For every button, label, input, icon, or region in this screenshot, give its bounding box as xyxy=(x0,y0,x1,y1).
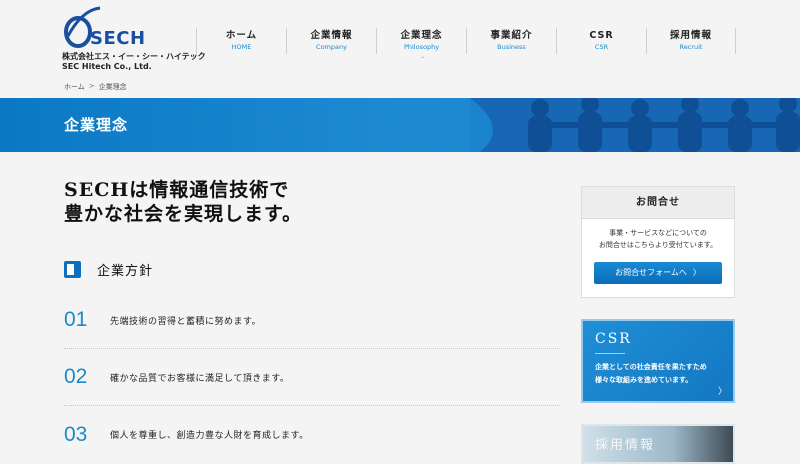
nav-item-csr[interactable]: CSR CSR xyxy=(556,28,646,54)
breadcrumb-home-link[interactable]: ホーム xyxy=(64,82,85,92)
nav-item-philosophy[interactable]: 企業理念 Philosophy ⌄ xyxy=(376,28,466,60)
nav-label-ja: 採用情報 xyxy=(669,30,712,41)
chevron-right-icon: 〉 xyxy=(717,387,727,397)
breadcrumb-current: 企業理念 xyxy=(98,83,127,91)
company-logo[interactable]: SECH 株式会社エス・イー・シー・ハイテック SEC Hitech Co., … xyxy=(60,6,206,72)
contact-button-label: お問合せフォームへ xyxy=(615,268,687,277)
company-name-en: SEC Hitech Co., Ltd. xyxy=(62,62,152,71)
nav-label-en: CSR xyxy=(594,43,609,51)
contact-form-button[interactable]: お問合せフォームへ〉 xyxy=(594,262,722,284)
nav-label-ja: 企業理念 xyxy=(400,30,443,41)
headline-line: 豊かな社会を実現します。 xyxy=(64,203,303,225)
main-content: SECHは情報通信技術で 豊かな社会を実現します。 企業方針 01 先端技術の習… xyxy=(64,178,564,446)
policy-number: 02 xyxy=(64,365,88,388)
nav-label-en: Recruit xyxy=(679,43,703,51)
nav-label-en: HOME xyxy=(231,43,252,51)
nav-label-en: Business xyxy=(497,43,526,51)
section-heading: 企業方針 xyxy=(64,260,153,279)
csr-desc-line: 様々な取組みを進めています。 xyxy=(595,376,693,384)
contact-title: お問合せ xyxy=(582,187,734,219)
headline: SECHは情報通信技術で 豊かな社会を実現します。 xyxy=(64,178,564,226)
policy-number: 03 xyxy=(64,422,88,446)
breadcrumb: ホーム > 企業理念 xyxy=(64,82,127,92)
site-header: SECH 株式会社エス・イー・シー・ハイテック SEC Hitech Co., … xyxy=(0,0,800,98)
nav-label-ja: 企業情報 xyxy=(310,30,353,41)
nav-label-ja: ホーム xyxy=(225,30,258,41)
csr-banner-link[interactable]: CSR 企業としての社会責任を果たすため 様々な取組みを進めています。 〉 xyxy=(581,319,735,403)
chevron-down-icon: ⌄ xyxy=(420,53,426,60)
policy-item: 02 確かな品質でお客様に満足して頂きます。 xyxy=(64,349,560,406)
nav-label-en: Philosophy xyxy=(403,43,440,51)
policy-text: 先端技術の習得と蓄積に努めます。 xyxy=(110,316,262,327)
nav-label-en: Company xyxy=(316,43,347,51)
nav-item-business[interactable]: 事業紹介 Business xyxy=(466,28,556,54)
nav-item-company[interactable]: 企業情報 Company xyxy=(286,28,376,54)
section-marker-icon xyxy=(64,261,81,278)
section-title: 企業方針 xyxy=(97,264,154,279)
contact-description: 事業・サービスなどについての お問合せはこちらより受付ています。 xyxy=(582,227,734,251)
contact-desc-line: 事業・サービスなどについての xyxy=(609,229,707,237)
breadcrumb-separator: > xyxy=(88,82,95,90)
page-banner: 企業理念 xyxy=(0,98,800,152)
recruit-banner-link[interactable]: 採用情報 xyxy=(581,424,735,464)
contact-panel: お問合せ 事業・サービスなどについての お問合せはこちらより受付ています。 お問… xyxy=(581,186,735,298)
headline-line: SECHは情報通信技術で xyxy=(64,179,290,201)
policy-item: 01 先端技術の習得と蓄積に努めます。 xyxy=(64,292,560,349)
global-nav: ホーム HOME 企業情報 Company 企業理念 Philosophy ⌄ … xyxy=(196,28,736,60)
policy-text: 確かな品質でお客様に満足して頂きます。 xyxy=(110,373,290,384)
chevron-right-icon: 〉 xyxy=(692,268,701,277)
csr-banner-description: 企業としての社会責任を果たすため 様々な取組みを進めています。 xyxy=(595,361,707,387)
people-silhouette-image xyxy=(470,98,800,152)
page-title: 企業理念 xyxy=(64,116,129,134)
nav-item-home[interactable]: ホーム HOME xyxy=(196,28,286,54)
recruit-banner-title: 採用情報 xyxy=(595,438,656,453)
nav-label-ja: CSR xyxy=(589,30,614,41)
contact-desc-line: お問合せはこちらより受付ています。 xyxy=(598,241,718,249)
nav-label-ja: 事業紹介 xyxy=(490,30,533,41)
logo-wordmark: SECH xyxy=(90,28,146,49)
csr-banner-title: CSR xyxy=(595,331,632,347)
policy-text: 個人を尊重し、創造力豊な人財を育成します。 xyxy=(110,431,309,441)
policy-item: 03 個人を尊重し、創造力豊な人財を育成します。 xyxy=(64,406,560,463)
divider xyxy=(595,353,625,354)
policy-number: 01 xyxy=(64,308,88,331)
csr-desc-line: 企業としての社会責任を果たすため xyxy=(595,363,707,371)
company-name-ja: 株式会社エス・イー・シー・ハイテック xyxy=(62,52,206,61)
nav-item-recruit[interactable]: 採用情報 Recruit xyxy=(646,28,736,54)
